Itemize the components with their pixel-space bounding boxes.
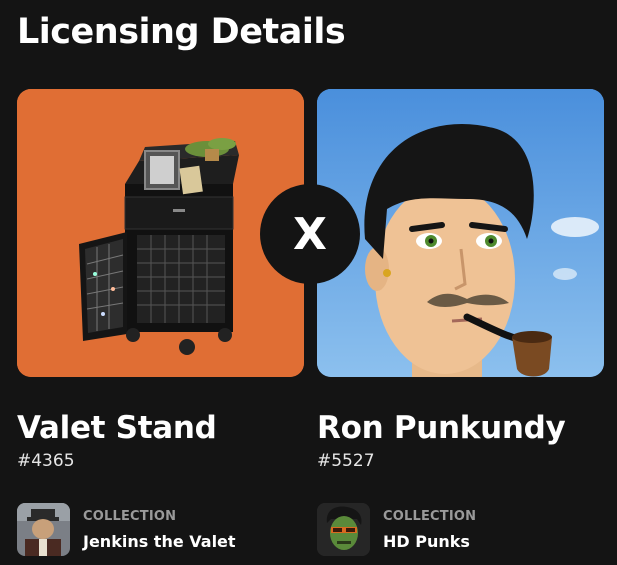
right-collection-caption: COLLECTION bbox=[383, 509, 477, 524]
left-item-id: #4365 bbox=[17, 451, 75, 471]
left-item-name: Valet Stand bbox=[17, 410, 217, 446]
right-item-name: Ron Punkundy bbox=[317, 410, 566, 446]
jenkins-valet-collection-thumb[interactable] bbox=[17, 503, 70, 556]
ron-punkundy-image[interactable] bbox=[317, 89, 604, 377]
right-collection-name[interactable]: HD Punks bbox=[383, 532, 470, 551]
left-collection-caption: COLLECTION bbox=[83, 509, 177, 524]
jenkins-valet-avatar-icon bbox=[17, 503, 70, 556]
right-item-id: #5527 bbox=[317, 451, 375, 471]
hd-punks-collection-thumb[interactable] bbox=[317, 503, 370, 556]
left-collection-name[interactable]: Jenkins the Valet bbox=[83, 532, 236, 551]
page-title: Licensing Details bbox=[17, 12, 346, 52]
crossover-x-badge: X bbox=[260, 184, 360, 284]
ron-punkundy-portrait-icon bbox=[317, 89, 604, 377]
hd-punk-avatar-icon bbox=[317, 503, 370, 556]
